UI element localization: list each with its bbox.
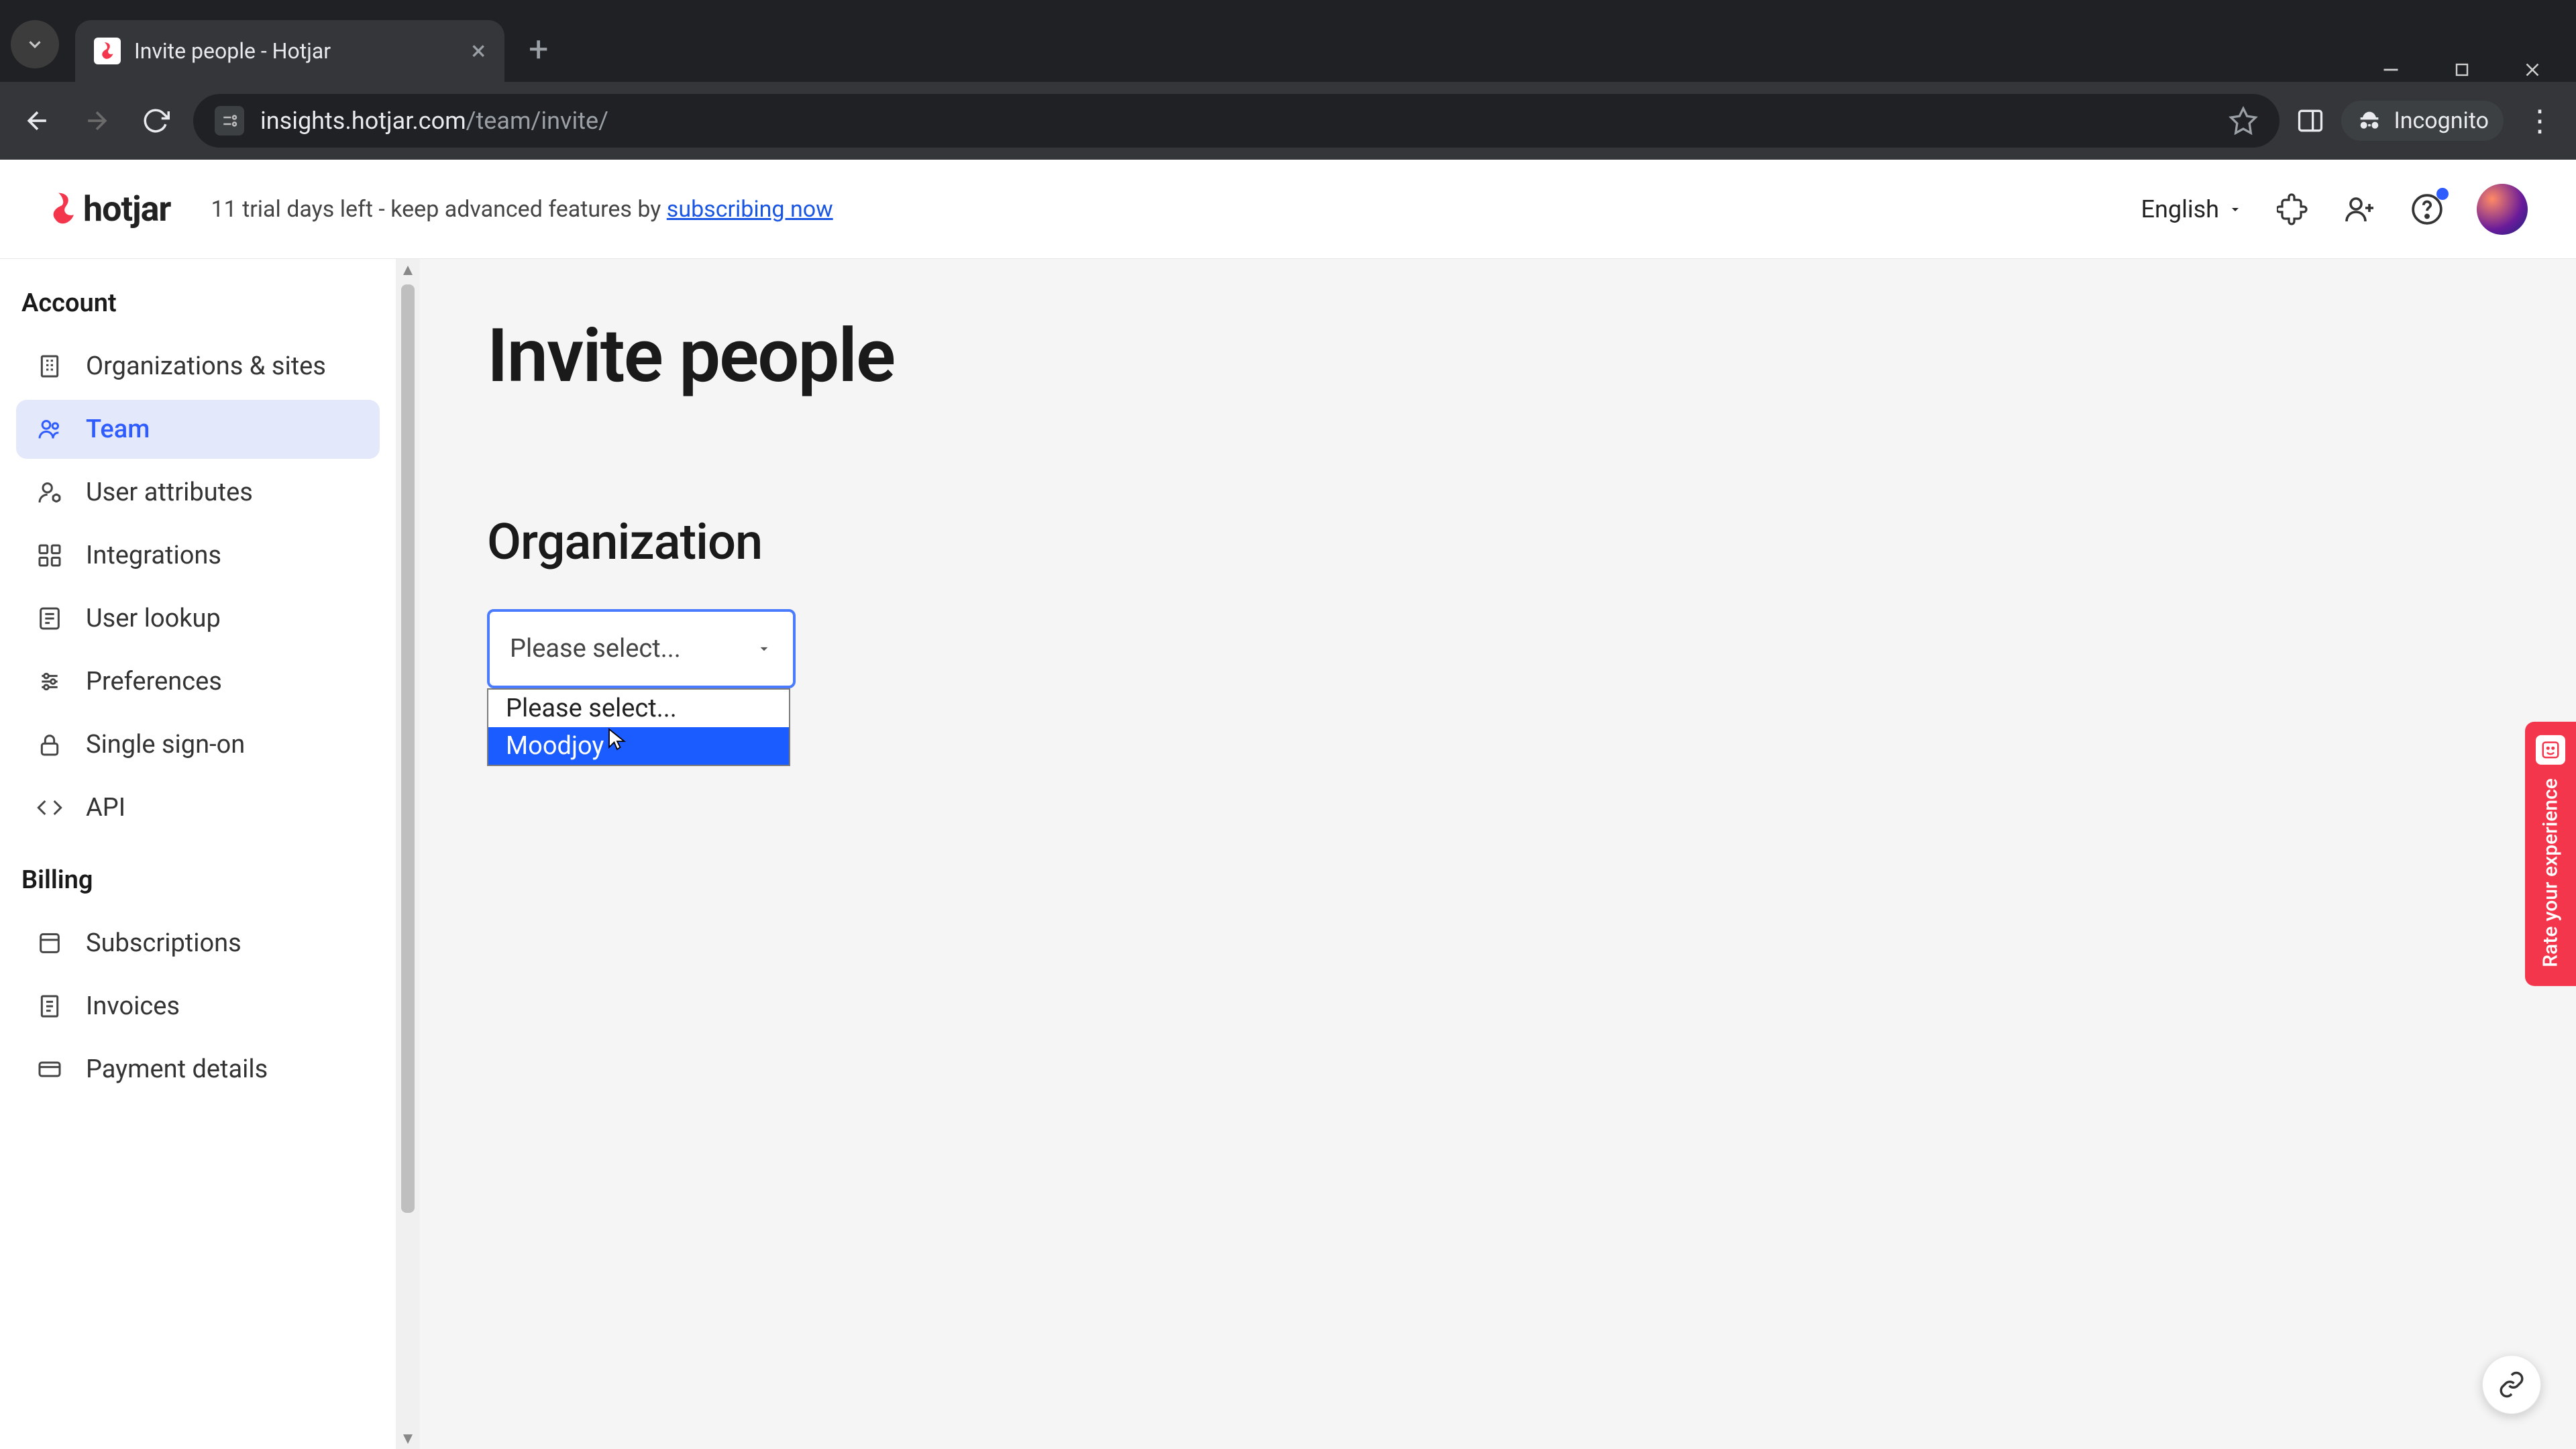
- reload-button[interactable]: [134, 99, 177, 142]
- caret-down-icon: [2227, 201, 2243, 217]
- page-title: Invite people: [487, 313, 2509, 399]
- invite-user-icon[interactable]: [2343, 192, 2377, 227]
- notification-badge: [2436, 188, 2449, 200]
- browser-menu-button[interactable]: ⋮: [2520, 103, 2560, 138]
- main-content: Invite people Organization Please select…: [420, 259, 2576, 1449]
- sidebar-item-invoices[interactable]: Invoices: [16, 977, 380, 1036]
- panel-icon[interactable]: [2296, 106, 2325, 136]
- select-value: Please select...: [510, 634, 681, 663]
- app-header: hotjar 11 trial days left - keep advance…: [0, 160, 2576, 259]
- new-tab-button[interactable]: +: [529, 29, 549, 70]
- site-info-icon[interactable]: [215, 106, 244, 136]
- logo-text: hotjar: [83, 189, 170, 229]
- invoice-icon: [35, 991, 64, 1021]
- option-please-select[interactable]: Please select...: [488, 690, 789, 727]
- sidebar-scrollbar[interactable]: ▲ ▼: [396, 259, 420, 1449]
- organization-select[interactable]: Please select...: [487, 609, 796, 688]
- help-icon[interactable]: [2410, 192, 2445, 227]
- browser-toolbar: insights.hotjar.com/team/invite/ Incogni…: [0, 82, 2576, 160]
- link-icon: [2498, 1371, 2526, 1399]
- window-minimize-button[interactable]: [2379, 58, 2403, 82]
- window-controls: [2379, 58, 2576, 82]
- sidebar-item-team[interactable]: Team: [16, 400, 380, 459]
- hotjar-favicon-icon: [94, 38, 121, 64]
- browser-tab-strip: Invite people - Hotjar × +: [0, 0, 2576, 82]
- sidebar-item-user-attributes[interactable]: User attributes: [16, 463, 380, 522]
- avatar[interactable]: [2477, 184, 2528, 235]
- browser-tab[interactable]: Invite people - Hotjar ×: [75, 20, 504, 82]
- building-icon: [35, 352, 64, 381]
- team-icon: [35, 415, 64, 444]
- lookup-icon: [35, 604, 64, 633]
- tab-title: Invite people - Hotjar: [134, 38, 458, 64]
- sidebar-item-integrations[interactable]: Integrations: [16, 526, 380, 585]
- bookmark-icon[interactable]: [2229, 106, 2258, 136]
- lock-icon: [35, 730, 64, 759]
- integrations-icon: [35, 541, 64, 570]
- back-button[interactable]: [16, 99, 59, 142]
- language-selector[interactable]: English: [2141, 195, 2243, 223]
- rate-experience-tab[interactable]: Rate your experience: [2525, 722, 2576, 986]
- subscribe-link[interactable]: subscribing now: [667, 196, 833, 223]
- sidebar-item-user-lookup[interactable]: User lookup: [16, 589, 380, 648]
- subscriptions-icon: [35, 928, 64, 958]
- extensions-icon[interactable]: [2275, 192, 2310, 227]
- tab-close-button[interactable]: ×: [472, 38, 486, 64]
- sidebar-item-payment[interactable]: Payment details: [16, 1040, 380, 1099]
- sidebar-heading-account: Account: [16, 278, 380, 337]
- incognito-icon: [2356, 107, 2383, 134]
- address-bar[interactable]: insights.hotjar.com/team/invite/: [193, 94, 2279, 148]
- hotjar-logo[interactable]: hotjar: [48, 189, 170, 229]
- section-title: Organization: [487, 513, 2509, 572]
- sidebar-item-preferences[interactable]: Preferences: [16, 652, 380, 711]
- tab-search-button[interactable]: [11, 20, 59, 68]
- organization-dropdown: Please select... Moodjoy: [487, 688, 790, 766]
- preferences-icon: [35, 667, 64, 696]
- incognito-indicator[interactable]: Incognito: [2341, 101, 2504, 141]
- url-text: insights.hotjar.com/team/invite/: [260, 107, 608, 135]
- sidebar-item-organizations[interactable]: Organizations & sites: [16, 337, 380, 396]
- app-viewport: hotjar 11 trial days left - keep advance…: [0, 160, 2576, 1449]
- sidebar-heading-billing: Billing: [16, 841, 380, 914]
- sidebar: Account Organizations & sites Team User …: [0, 259, 396, 1449]
- window-maximize-button[interactable]: [2451, 59, 2473, 80]
- hotjar-logo-icon: [48, 192, 75, 227]
- trial-banner: 11 trial days left - keep advanced featu…: [211, 196, 833, 223]
- smile-icon: [2536, 735, 2565, 765]
- user-cog-icon: [35, 478, 64, 507]
- option-moodjoy[interactable]: Moodjoy: [488, 727, 789, 765]
- code-icon: [35, 793, 64, 822]
- forward-button[interactable]: [75, 99, 118, 142]
- window-close-button[interactable]: [2521, 58, 2544, 81]
- caret-down-icon: [755, 640, 773, 657]
- sidebar-item-sso[interactable]: Single sign-on: [16, 715, 380, 774]
- copy-link-button[interactable]: [2482, 1355, 2541, 1414]
- card-icon: [35, 1055, 64, 1084]
- sidebar-item-subscriptions[interactable]: Subscriptions: [16, 914, 380, 973]
- sidebar-item-api[interactable]: API: [16, 778, 380, 837]
